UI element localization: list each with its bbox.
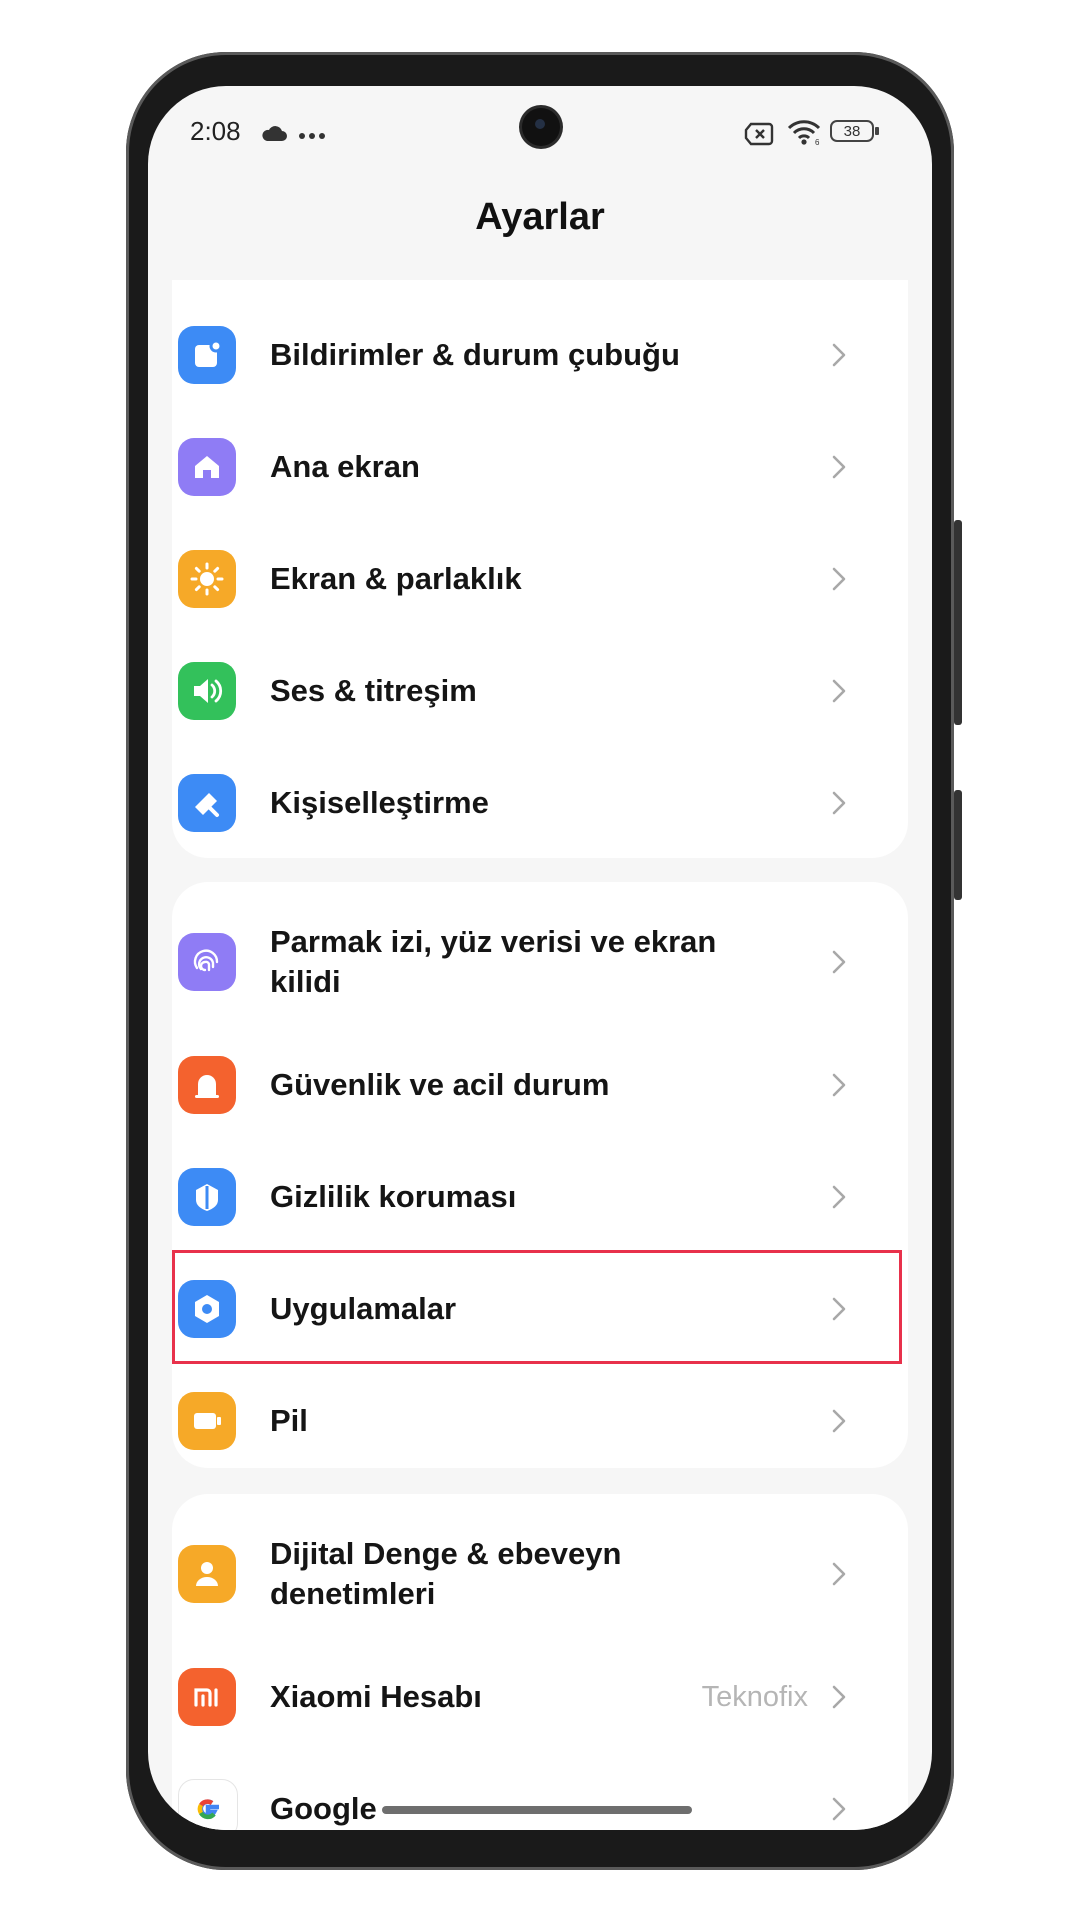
settings-item-label: Parmak izi, yüz verisi ve ekran kilidi [270, 924, 717, 999]
chevron-right-icon [832, 1562, 846, 1586]
settings-item-fingerprint[interactable]: Parmak izi, yüz verisi ve ekran kilidi [148, 896, 884, 1028]
brush-icon [178, 774, 236, 832]
volume-button [954, 520, 962, 725]
mi-icon [178, 1668, 236, 1726]
settings-item-security-emergency[interactable]: Güvenlik ve acil durum [148, 1030, 884, 1140]
settings-item-label: Güvenlik ve acil durum [270, 1067, 610, 1102]
chevron-right-icon [832, 1797, 846, 1821]
settings-item-home-screen[interactable]: Ana ekran [148, 412, 884, 522]
settings-item-label: Ses & titreşim [270, 673, 477, 708]
settings-item-label: Bildirimler & durum çubuğu [270, 337, 680, 372]
shield-icon [178, 1168, 236, 1226]
home-icon [178, 438, 236, 496]
google-icon [178, 1779, 238, 1830]
chevron-right-icon [832, 1685, 846, 1709]
settings-item-personalization[interactable]: Kişiselleştirme [148, 748, 884, 858]
wifi-icon: 6 [787, 120, 821, 146]
settings-item-privacy[interactable]: Gizlilik koruması [148, 1142, 884, 1252]
chevron-right-icon [832, 791, 846, 815]
chevron-right-icon [832, 679, 846, 703]
settings-item-google[interactable]: Google [148, 1754, 884, 1830]
digital-wellbeing-icon [178, 1545, 236, 1603]
sun-icon [178, 550, 236, 608]
settings-item-label: Xiaomi Hesabı [270, 1679, 482, 1714]
battery-app-icon [178, 1392, 236, 1450]
fingerprint-icon [178, 933, 236, 991]
chevron-right-icon [832, 1185, 846, 1209]
svg-text:6: 6 [815, 138, 820, 146]
settings-item-sound[interactable]: Ses & titreşim [148, 636, 884, 746]
settings-screen: 2:08 6 38 Ayarlar Bildirimler & durum çu… [148, 86, 932, 1830]
battery-level: 38 [843, 122, 861, 140]
speaker-icon [178, 662, 236, 720]
settings-item-display[interactable]: Ekran & parlaklık [148, 524, 884, 634]
cloud-icon [262, 126, 287, 141]
notification-icon [178, 326, 236, 384]
front-camera [522, 108, 560, 146]
power-button [954, 790, 962, 900]
chevron-right-icon [832, 1073, 846, 1097]
settings-item-label: Dijital Denge & ebeveyn denetimleri [270, 1536, 622, 1611]
more-dots-icon [299, 133, 325, 139]
settings-item-notifications[interactable]: Bildirimler & durum çubuğu [148, 300, 884, 410]
settings-item-label: Kişiselleştirme [270, 785, 489, 820]
settings-item-label: Google [270, 1791, 377, 1826]
settings-item-digital-wellbeing[interactable]: Dijital Denge & ebeveyn denetimleri [148, 1508, 884, 1640]
settings-item-label: Gizlilik koruması [270, 1179, 517, 1214]
chevron-right-icon [832, 343, 846, 367]
battery-tip [875, 127, 879, 135]
chevron-right-icon [832, 567, 846, 591]
account-name-value: Teknofix [701, 1680, 808, 1713]
chevron-right-icon [832, 455, 846, 479]
no-sim-icon [744, 122, 774, 146]
settings-item-label: Pil [270, 1403, 308, 1438]
settings-item-battery[interactable]: Pil [148, 1366, 884, 1476]
settings-item-label: Ana ekran [270, 449, 420, 484]
chevron-right-icon [832, 1409, 846, 1433]
status-time: 2:08 [190, 116, 241, 146]
gesture-home-bar[interactable] [382, 1806, 692, 1814]
status-bar: 2:08 6 38 [148, 86, 932, 176]
chevron-right-icon [832, 950, 846, 974]
highlight-box [172, 1250, 902, 1364]
alarm-icon [178, 1056, 236, 1114]
battery-icon: 38 [830, 120, 874, 142]
page-title: Ayarlar [475, 196, 605, 238]
settings-item-xiaomi-account[interactable]: Xiaomi Hesabı Teknofix [148, 1642, 884, 1752]
settings-item-label: Ekran & parlaklık [270, 561, 522, 596]
